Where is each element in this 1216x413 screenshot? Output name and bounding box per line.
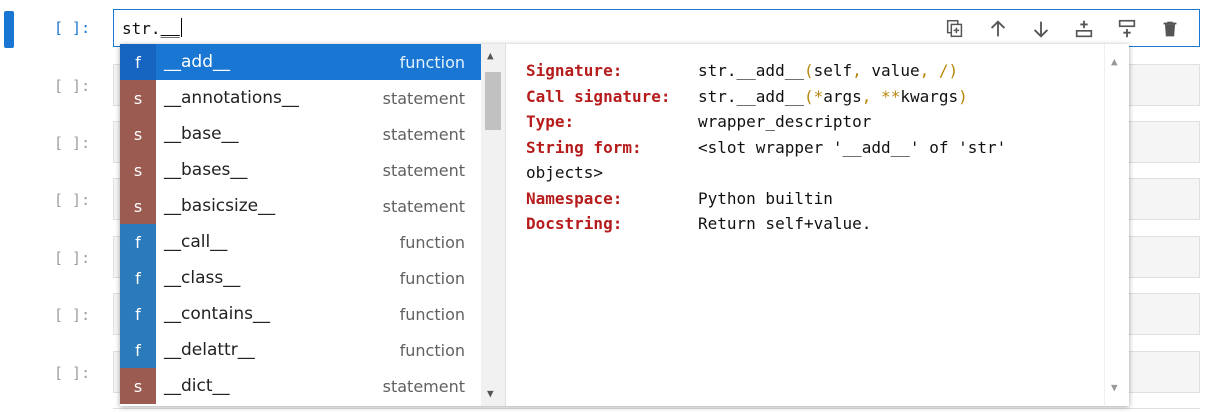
- completion-item[interactable]: s __basicsize__ statement: [120, 188, 505, 224]
- doc-signature: Signature: str.__add__(self, value, /): [526, 58, 1109, 84]
- active-cell-input[interactable]: str.__: [113, 9, 1200, 47]
- completion-name: __base__: [164, 124, 239, 144]
- completion-type: function: [399, 232, 465, 252]
- doc-key: Namespace:: [526, 188, 623, 208]
- code-underscores: __: [160, 19, 180, 38]
- doc-value: wrapper_descriptor: [698, 112, 872, 131]
- doc-key: Type:: [526, 112, 575, 131]
- completion-type: statement: [382, 88, 465, 108]
- completion-type: statement: [382, 124, 465, 144]
- doc-docstring: Docstring: Return self+value.: [526, 211, 1109, 237]
- completion-name: __delattr__: [164, 340, 255, 360]
- delete-icon: [1163, 21, 1177, 37]
- cell-prompt: [ ]:: [54, 77, 91, 95]
- duplicate-cell-button[interactable]: [938, 17, 972, 41]
- doc-value: Python builtin: [698, 188, 833, 208]
- doc-string-form: String form: <slot wrapper '__add__' of …: [526, 135, 1109, 161]
- completion-type: function: [399, 304, 465, 324]
- doc-value: str.__add__(*args, **kwargs): [698, 86, 968, 106]
- cell-prompt: [ ]:: [54, 306, 91, 324]
- cell-divider: [113, 408, 1200, 409]
- doc-key: String form:: [526, 137, 642, 157]
- completion-item[interactable]: s __base__ statement: [120, 116, 505, 152]
- delete-cell-button[interactable]: [1153, 17, 1187, 41]
- completion-type: function: [399, 52, 465, 72]
- completer-popup: f __add__ function s __annotations__ sta…: [120, 44, 1129, 406]
- docs-scrollbar[interactable]: ▲ ▼: [1104, 44, 1129, 406]
- scroll-up-arrow-icon[interactable]: ▲: [487, 49, 494, 62]
- text-cursor: [180, 18, 182, 37]
- doc-value: str.__add__(self, value, /): [698, 61, 959, 80]
- insert-below-icon: [1118, 19, 1136, 38]
- completion-item[interactable]: f __add__ function: [120, 44, 505, 80]
- statement-badge: s: [120, 116, 156, 152]
- completion-type: function: [399, 340, 465, 360]
- function-badge: f: [120, 224, 156, 260]
- function-badge: f: [120, 44, 156, 80]
- doc-key: Call signature:: [526, 86, 671, 106]
- scrollbar-thumb[interactable]: [485, 72, 501, 130]
- function-badge: f: [120, 260, 156, 296]
- completion-type: function: [399, 268, 465, 288]
- completion-name: __basicsize__: [164, 196, 276, 216]
- completion-item[interactable]: f __delattr__ function: [120, 332, 505, 368]
- doc-call-signature: Call signature: str.__add__(*args, **kwa…: [526, 84, 1109, 110]
- insert-above-icon: [1075, 20, 1093, 38]
- completion-item[interactable]: s __bases__ statement: [120, 152, 505, 188]
- completion-item[interactable]: s __annotations__ statement: [120, 80, 505, 116]
- statement-badge: s: [120, 368, 156, 404]
- completion-type: statement: [382, 196, 465, 216]
- doc-namespace: Namespace: Python builtin: [526, 186, 1109, 212]
- move-down-icon: [1033, 21, 1049, 38]
- documentation-panel: Signature: str.__add__(self, value, /) C…: [506, 44, 1129, 406]
- statement-badge: s: [120, 80, 156, 116]
- doc-value: <slot wrapper '__add__' of 'str': [698, 137, 1007, 157]
- doc-type: Type: wrapper_descriptor: [526, 109, 1109, 135]
- doc-value: Return self+value.: [698, 214, 872, 233]
- duplicate-icon: [946, 20, 963, 38]
- cell-prompt: [ ]:: [54, 134, 91, 152]
- insert-below-button[interactable]: [1110, 17, 1144, 41]
- code-text: str.: [122, 19, 161, 38]
- cell-prompt: [ ]:: [54, 249, 91, 267]
- active-cell-prompt: [ ]:: [54, 19, 91, 37]
- completion-name: __class__: [164, 268, 241, 288]
- completion-type: statement: [382, 376, 465, 396]
- completion-list: f __add__ function s __annotations__ sta…: [120, 44, 506, 406]
- insert-above-button[interactable]: [1067, 17, 1101, 41]
- scroll-up-arrow-icon[interactable]: ▲: [1111, 49, 1118, 75]
- move-down-button[interactable]: [1024, 17, 1058, 41]
- doc-string-form-continued: objects>: [526, 160, 1109, 186]
- scroll-down-arrow-icon[interactable]: ▼: [1111, 375, 1118, 401]
- completion-item[interactable]: s __dict__ statement: [120, 368, 505, 404]
- completion-name: __annotations__: [164, 88, 299, 108]
- cell-prompt: [ ]:: [54, 364, 91, 382]
- completion-item[interactable]: f __call__ function: [120, 224, 505, 260]
- completion-name: __dict__: [164, 376, 230, 396]
- completion-name: __add__: [164, 52, 230, 72]
- cell-toolbar: [938, 17, 1187, 41]
- doc-key: Docstring:: [526, 214, 623, 233]
- move-up-button[interactable]: [981, 17, 1015, 41]
- cell-prompt: [ ]:: [54, 191, 91, 209]
- completion-name: __contains__: [164, 304, 270, 324]
- completion-name: __call__: [164, 232, 228, 252]
- function-badge: f: [120, 296, 156, 332]
- statement-badge: s: [120, 152, 156, 188]
- function-badge: f: [120, 332, 156, 368]
- code-editor[interactable]: str.__: [122, 18, 182, 38]
- doc-value: objects>: [526, 163, 604, 182]
- scroll-down-arrow-icon[interactable]: ▼: [487, 387, 494, 400]
- completion-item[interactable]: f __contains__ function: [120, 296, 505, 332]
- statement-badge: s: [120, 188, 156, 224]
- completion-scrollbar[interactable]: ▲ ▼: [481, 44, 505, 406]
- doc-key: Signature:: [526, 61, 623, 80]
- completion-type: statement: [382, 160, 465, 180]
- move-up-icon: [990, 20, 1006, 37]
- completion-item[interactable]: f __class__ function: [120, 260, 505, 296]
- completion-name: __bases__: [164, 160, 248, 180]
- active-cell-indicator: [4, 11, 14, 48]
